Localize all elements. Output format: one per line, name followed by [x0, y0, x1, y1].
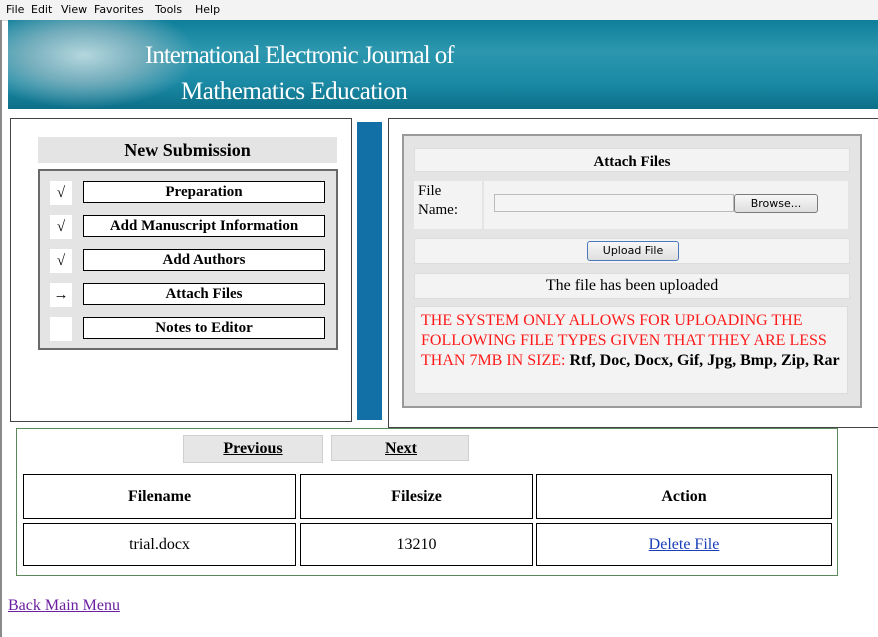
table-header-filename: Filename — [23, 474, 296, 519]
step-item: Notes to Editor — [50, 317, 330, 341]
upload-file-button[interactable]: Upload File — [587, 241, 679, 261]
step-label-notes-to-editor: Notes to Editor — [83, 317, 325, 339]
attach-files-box: Attach Files File Name: Browse... Upload… — [402, 134, 862, 408]
step-check-icon: √ — [50, 249, 72, 273]
browse-button[interactable]: Browse... — [734, 194, 818, 213]
back-main-menu-link[interactable]: Back Main Menu — [8, 597, 120, 615]
table-header-action: Action — [536, 474, 832, 519]
steps-list: √ Preparation √ Add Manuscript Informati… — [38, 169, 338, 350]
menu-help[interactable]: Help — [195, 3, 220, 16]
step-label-add-authors: Add Authors — [83, 249, 325, 271]
previous-button[interactable]: Previous — [183, 435, 323, 463]
table-cell-filename: trial.docx — [23, 523, 296, 566]
step-check-icon: √ — [50, 181, 72, 205]
banner-title-line2: Mathematics Education — [181, 78, 408, 105]
attach-files-panel: Attach Files File Name: Browse... Upload… — [388, 118, 878, 428]
browser-menubar: File Edit View Favorites Tools Help — [0, 0, 878, 21]
upload-status-message: The file has been uploaded — [414, 273, 850, 299]
step-empty-mark — [50, 317, 72, 341]
delete-file-link[interactable]: Delete File — [649, 536, 720, 553]
menu-edit[interactable]: Edit — [31, 3, 52, 16]
attach-files-title: Attach Files — [414, 148, 850, 172]
menu-favorites[interactable]: Favorites — [94, 3, 144, 16]
allowed-file-types: Rtf, Doc, Docx, Gif, Jpg, Bmp, Zip, Rar — [569, 352, 840, 369]
file-name-row: File Name: Browse... — [414, 181, 848, 229]
step-label-attach-files: Attach Files — [83, 283, 325, 305]
file-name-label: File Name: — [414, 181, 482, 229]
file-picker-area: Browse... — [484, 181, 848, 229]
table-cell-filesize: 13210 — [300, 523, 533, 566]
window-left-border — [0, 20, 2, 637]
step-item: √ Add Authors — [50, 249, 330, 273]
step-item: √ Add Manuscript Information — [50, 215, 330, 239]
table-cell-action: Delete File — [536, 523, 832, 566]
menu-file[interactable]: File — [6, 3, 24, 16]
new-submission-title: New Submission — [38, 137, 337, 163]
menu-view[interactable]: View — [61, 3, 87, 16]
step-check-icon: √ — [50, 215, 72, 239]
banner-title-line1: International Electronic Journal of — [145, 42, 455, 69]
journal-banner: International Electronic Journal of Math… — [8, 20, 878, 109]
divider-bar — [357, 122, 382, 420]
next-button[interactable]: Next — [331, 435, 469, 461]
step-label-manuscript-info: Add Manuscript Information — [83, 215, 325, 237]
step-arrow-icon: → — [50, 283, 72, 307]
file-type-warning: THE SYSTEM ONLY ALLOWS FOR UPLOADING THE… — [414, 306, 848, 394]
submission-steps-panel: New Submission √ Preparation √ Add Manus… — [10, 118, 352, 422]
step-item: → Attach Files — [50, 283, 330, 307]
step-label-preparation: Preparation — [83, 181, 325, 203]
file-name-input[interactable] — [494, 194, 734, 212]
upload-row: Upload File — [414, 238, 850, 264]
table-header-filesize: Filesize — [300, 474, 533, 519]
menu-tools[interactable]: Tools — [155, 3, 182, 16]
files-section: Previous Next Filename Filesize Action t… — [16, 428, 838, 576]
step-item: √ Preparation — [50, 181, 330, 205]
